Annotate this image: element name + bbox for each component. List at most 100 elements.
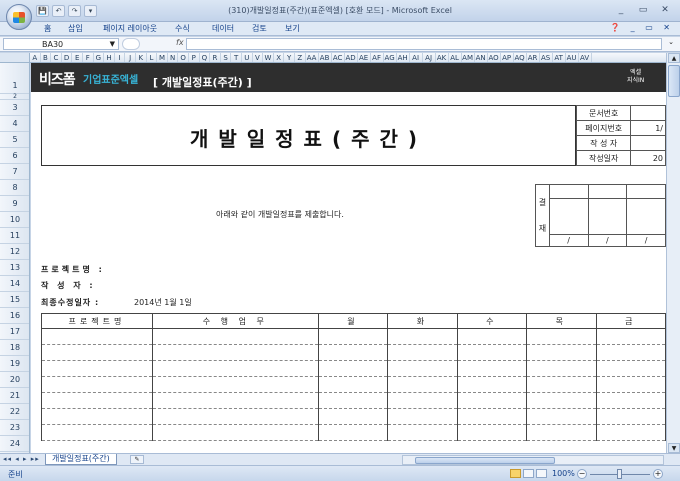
formula-input[interactable] [186, 38, 662, 50]
column-header[interactable]: X [274, 53, 285, 62]
column-header[interactable]: AU [566, 53, 579, 62]
schedule-cell[interactable] [387, 408, 458, 425]
row-header[interactable]: 8 [0, 180, 29, 196]
column-header[interactable]: C [51, 53, 62, 62]
page-layout-view-icon[interactable] [523, 469, 534, 478]
column-header[interactable]: V [253, 53, 264, 62]
column-header[interactable]: B [41, 53, 52, 62]
row-header[interactable]: 4 [0, 116, 29, 132]
approval-title-cell[interactable] [626, 183, 666, 200]
name-box[interactable]: BA30 ▼ [3, 38, 119, 50]
cancel-entry-icon[interactable] [122, 38, 140, 50]
column-header[interactable]: L [147, 53, 158, 62]
row-header[interactable]: 5 [0, 132, 29, 148]
tab-data[interactable]: 데이터 [212, 23, 234, 34]
column-header[interactable]: AB [319, 53, 332, 62]
schedule-cell[interactable] [387, 328, 458, 345]
column-header[interactable]: AF [371, 53, 384, 62]
zoom-in-button[interactable]: + [653, 469, 663, 479]
schedule-cell[interactable] [456, 408, 528, 425]
zoom-slider-thumb[interactable] [617, 469, 622, 479]
undo-icon[interactable]: ↶ [52, 5, 65, 17]
column-header[interactable]: F [83, 53, 94, 62]
schedule-cell[interactable] [151, 424, 319, 441]
schedule-cell[interactable] [595, 424, 666, 441]
row-header[interactable]: 9 [0, 196, 29, 212]
column-header[interactable]: AL [449, 53, 462, 62]
insert-sheet-icon[interactable]: ✎ [130, 455, 144, 464]
row-header[interactable]: 20 [0, 372, 29, 388]
last-modified-value[interactable]: 2014년 1월 1일 [134, 297, 192, 308]
schedule-cell[interactable] [387, 360, 458, 377]
schedule-cell[interactable] [151, 376, 319, 393]
schedule-cell[interactable] [41, 408, 153, 425]
column-header[interactable]: Y [284, 53, 295, 62]
column-header[interactable]: AA [306, 53, 319, 62]
sheet-nav-arrows[interactable]: ◂◂ ◂ ▸ ▸▸ [3, 455, 40, 463]
column-header[interactable]: AO [488, 53, 501, 62]
schedule-cell[interactable] [526, 328, 597, 345]
column-header[interactable]: W [263, 53, 274, 62]
row-header[interactable]: 19 [0, 356, 29, 372]
customize-qat-icon[interactable]: ▾ [84, 5, 97, 17]
schedule-cell[interactable] [595, 392, 666, 409]
column-header[interactable]: Q [200, 53, 211, 62]
column-header[interactable]: AQ [514, 53, 527, 62]
approval-sign-cell[interactable] [587, 198, 628, 235]
info-value[interactable]: 1/ [630, 120, 666, 136]
approval-title-cell[interactable] [548, 183, 589, 200]
schedule-cell[interactable] [41, 392, 153, 409]
row-header[interactable]: 10 [0, 212, 29, 228]
approval-date-cell[interactable]: / [626, 233, 666, 248]
worksheet-grid[interactable]: 비즈폼 기업표준엑셀 [ 개발일정표(주간) ] 엑셀 지식IN 개발일정표(주… [31, 63, 666, 453]
schedule-cell[interactable] [595, 408, 666, 425]
row-header[interactable]: 15 [0, 292, 29, 308]
select-all-corner[interactable] [0, 53, 30, 62]
schedule-cell[interactable] [317, 360, 389, 377]
column-header[interactable]: AD [345, 53, 358, 62]
column-header[interactable]: AN [475, 53, 488, 62]
approval-date-cell[interactable]: / [548, 233, 589, 248]
schedule-cell[interactable] [595, 376, 666, 393]
schedule-cell[interactable] [595, 328, 666, 345]
row-header[interactable]: 23 [0, 420, 29, 436]
column-header[interactable]: AJ [423, 53, 436, 62]
column-header[interactable]: AK [436, 53, 449, 62]
schedule-cell[interactable] [41, 376, 153, 393]
column-header[interactable]: AR [527, 53, 540, 62]
column-header[interactable]: AH [397, 53, 410, 62]
column-header[interactable]: AS [540, 53, 553, 62]
row-header[interactable]: 11 [0, 228, 29, 244]
column-header[interactable]: G [94, 53, 105, 62]
column-header[interactable]: K [136, 53, 147, 62]
schedule-cell[interactable] [595, 360, 666, 377]
schedule-cell[interactable] [387, 424, 458, 441]
info-value[interactable]: 20 [630, 150, 666, 166]
column-header[interactable]: O [178, 53, 189, 62]
zoom-level[interactable]: 100% [552, 469, 575, 478]
schedule-cell[interactable] [317, 424, 389, 441]
zoom-out-button[interactable]: − [577, 469, 587, 479]
insert-function-icon[interactable]: fx [176, 38, 184, 47]
column-header[interactable]: I [115, 53, 126, 62]
schedule-cell[interactable] [387, 344, 458, 361]
vertical-scroll-thumb[interactable] [668, 65, 680, 97]
tab-page-layout[interactable]: 페이지 레이아웃 [103, 23, 157, 34]
approval-sign-cell[interactable] [548, 198, 589, 235]
tab-view[interactable]: 보기 [285, 23, 300, 34]
schedule-cell[interactable] [317, 392, 389, 409]
schedule-cell[interactable] [526, 392, 597, 409]
approval-title-cell[interactable] [587, 183, 628, 200]
vertical-scrollbar[interactable]: ▲ ▼ [666, 53, 680, 453]
schedule-cell[interactable] [41, 328, 153, 345]
column-header[interactable]: D [62, 53, 73, 62]
column-header[interactable]: AE [358, 53, 371, 62]
column-header[interactable]: T [231, 53, 242, 62]
info-value[interactable] [630, 135, 666, 151]
chevron-down-icon[interactable]: ▼ [110, 39, 115, 50]
schedule-cell[interactable] [526, 424, 597, 441]
row-header[interactable]: 6 [0, 148, 29, 164]
schedule-cell[interactable] [526, 360, 597, 377]
column-header[interactable]: AG [384, 53, 397, 62]
schedule-cell[interactable] [317, 328, 389, 345]
